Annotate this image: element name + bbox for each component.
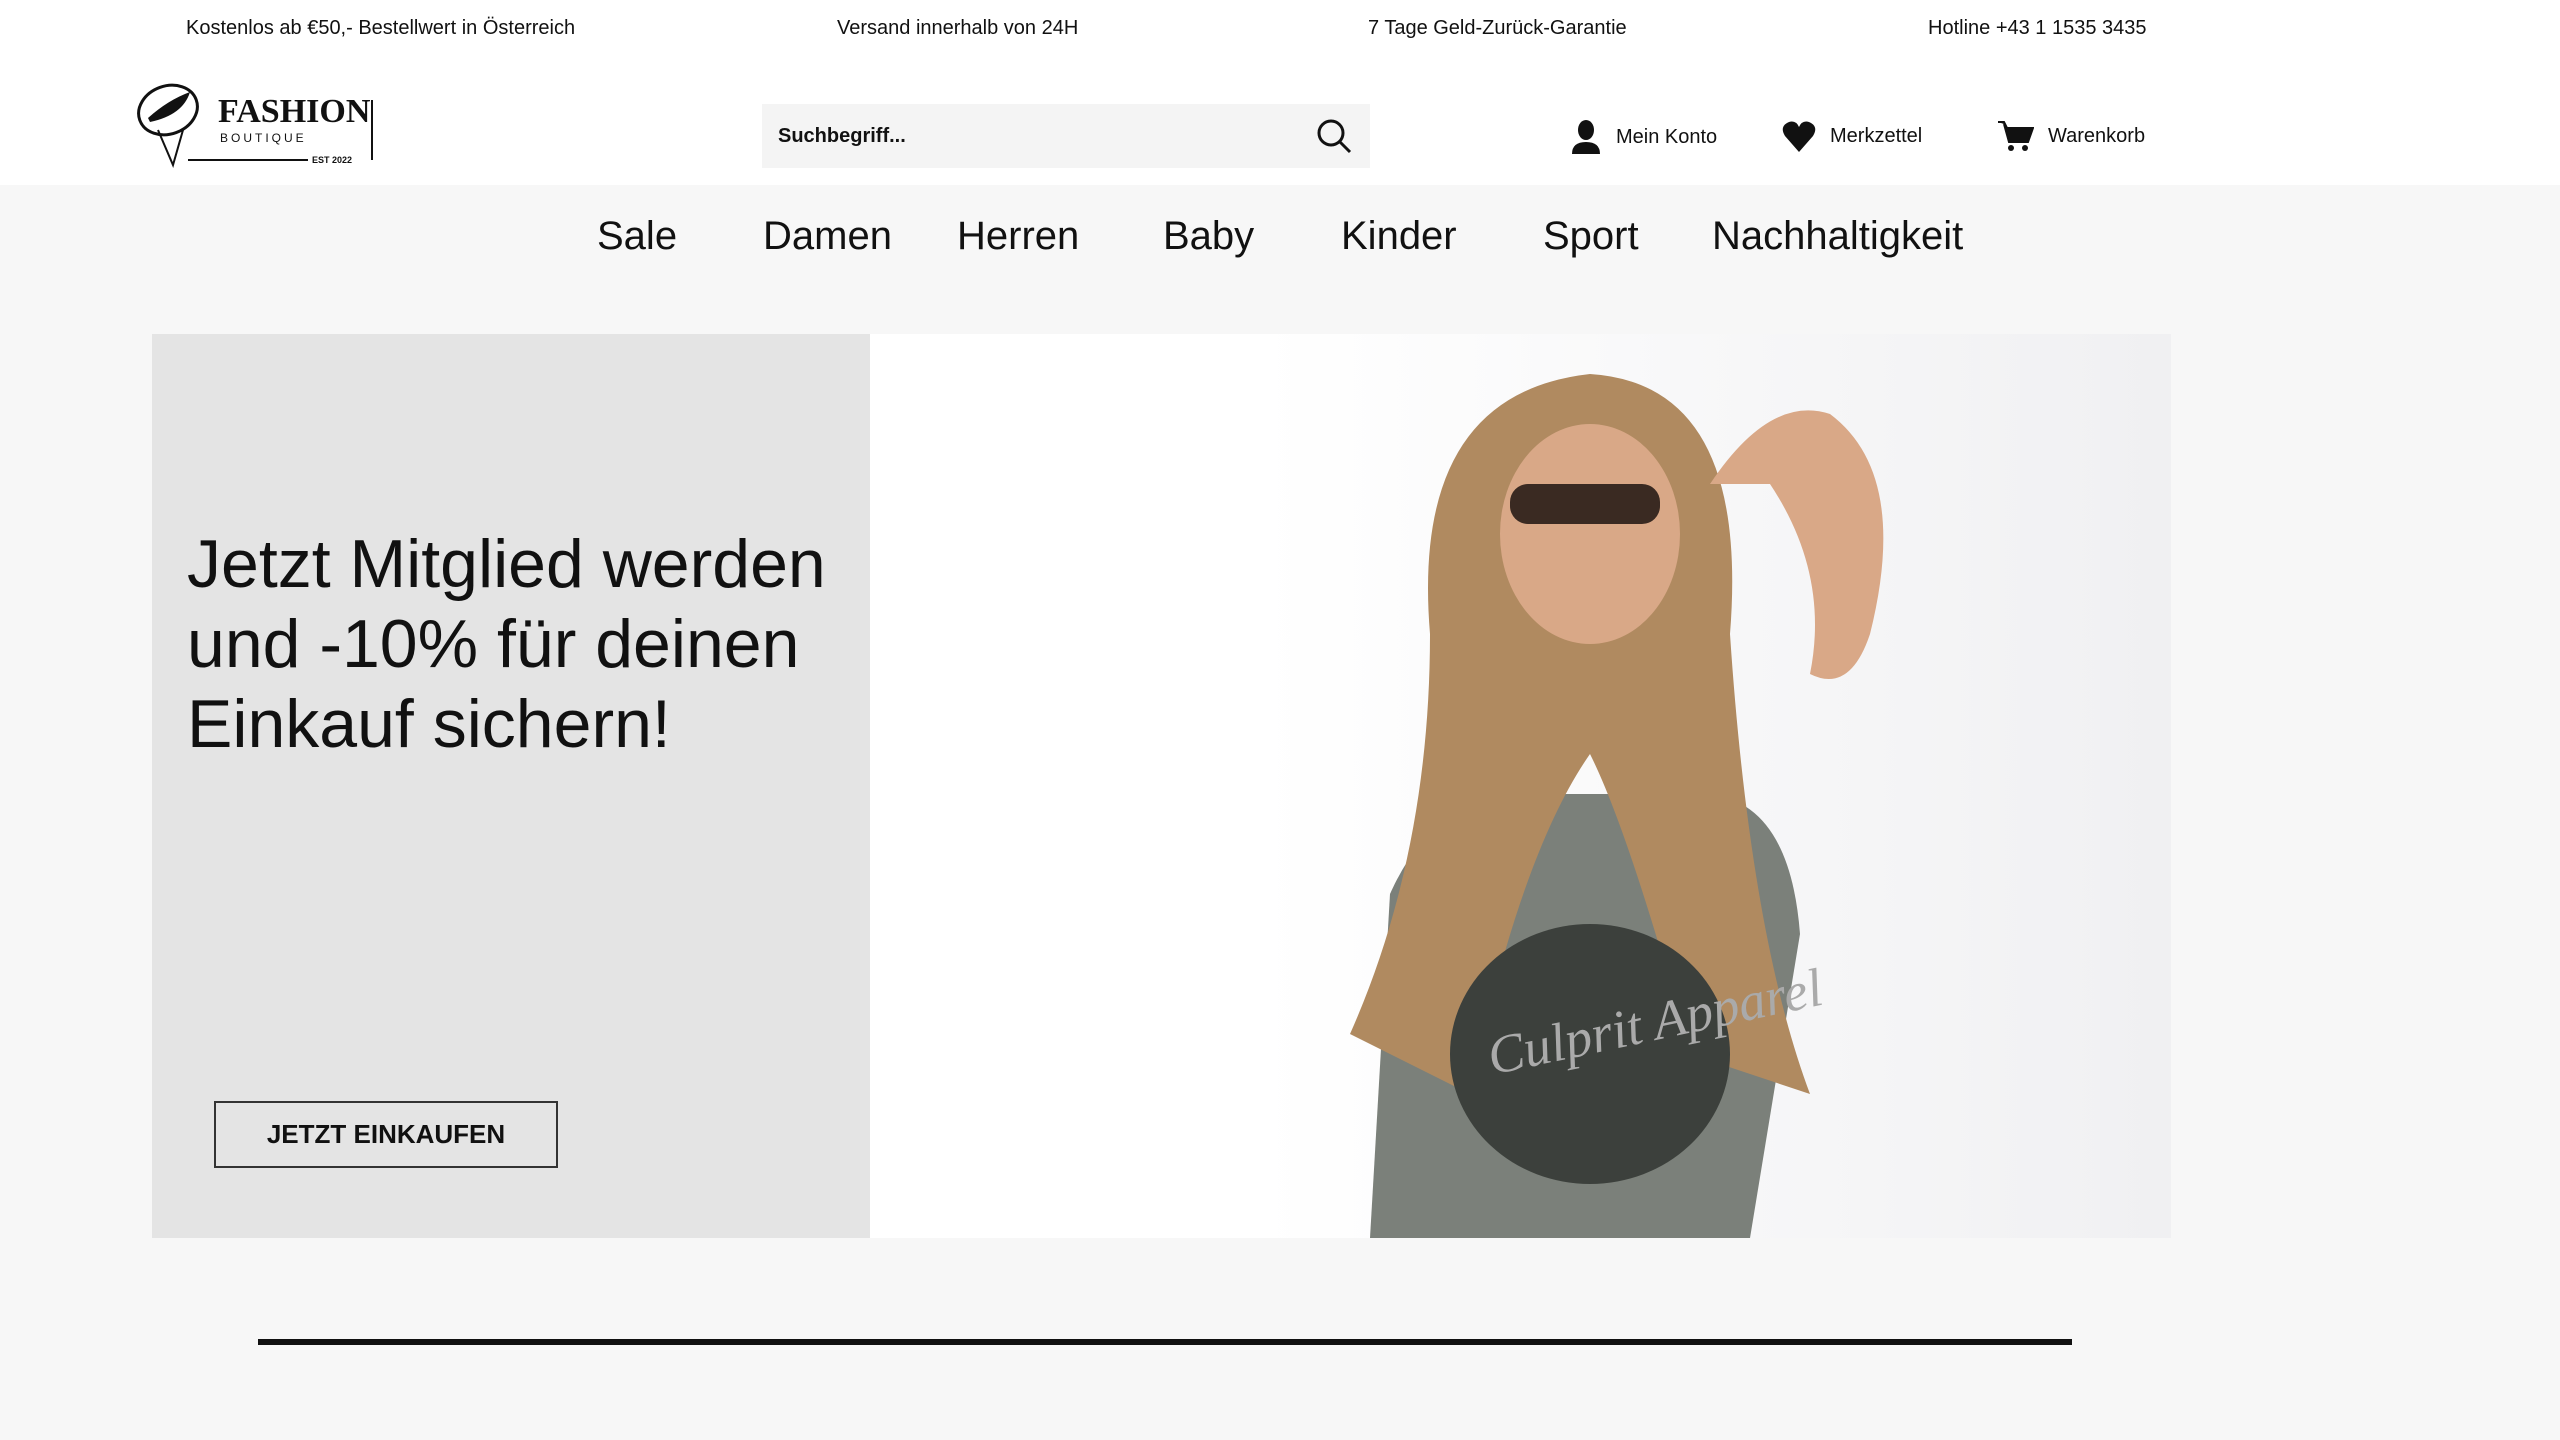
wishlist-link[interactable]: Merkzettel xyxy=(1782,120,1922,152)
hero-image: Culprit Apparel xyxy=(870,334,2171,1238)
nav-damen[interactable]: Damen xyxy=(763,214,892,259)
topbar-shipping: Kostenlos ab €50,- Bestellwert in Österr… xyxy=(186,17,576,39)
header: Kostenlos ab €50,- Bestellwert in Österr… xyxy=(0,0,2560,185)
cart-link[interactable]: Warenkorb xyxy=(1998,120,2145,152)
divider xyxy=(258,1339,2072,1345)
nav-kinder[interactable]: Kinder xyxy=(1341,214,1457,259)
logo-text: FASHION xyxy=(218,93,371,130)
topbar-guarantee: 7 Tage Geld-Zurück-Garantie xyxy=(1368,17,1627,39)
search-bar xyxy=(762,104,1370,168)
topbar-delivery: Versand innerhalb von 24H xyxy=(837,17,1079,39)
topbar-hotline[interactable]: Hotline +43 1 1535 3435 xyxy=(1928,17,2147,40)
heart-icon xyxy=(1782,121,1816,152)
nav-herren[interactable]: Herren xyxy=(957,214,1079,259)
hero-banner: Jetzt Mitglied werden und -10% für deine… xyxy=(152,334,2171,1238)
hero-heading: Jetzt Mitglied werden und -10% für deine… xyxy=(187,526,826,762)
cart-label: Warenkorb xyxy=(2048,124,2146,147)
search-input[interactable] xyxy=(778,124,1314,148)
account-link[interactable]: Mein Konto xyxy=(1570,120,1717,154)
hero-promo-panel: Jetzt Mitglied werden und -10% für deine… xyxy=(152,334,870,1238)
nav-sale[interactable]: Sale xyxy=(597,214,677,259)
nav-nachhaltigkeit[interactable]: Nachhaltigkeit xyxy=(1712,214,1963,259)
wishlist-label: Merkzettel xyxy=(1830,124,1923,147)
nav-sport[interactable]: Sport xyxy=(1543,214,1639,259)
nav-baby[interactable]: Baby xyxy=(1163,214,1254,259)
search-icon[interactable] xyxy=(1314,116,1354,156)
account-label: Mein Konto xyxy=(1616,125,1718,148)
svg-text:BOUTIQUE: BOUTIQUE xyxy=(220,131,307,145)
hat-logo-icon: FASHION BOUTIQUE EST 2022 xyxy=(137,83,373,168)
user-icon xyxy=(1572,120,1600,154)
svg-text:EST 2022: EST 2022 xyxy=(312,155,352,165)
model-photo: Culprit Apparel xyxy=(1350,374,1884,1238)
logo[interactable]: FASHION BOUTIQUE EST 2022 xyxy=(128,70,378,170)
shop-now-button[interactable]: JETZT EINKAUFEN xyxy=(214,1101,558,1168)
cart-icon xyxy=(1998,121,2034,151)
